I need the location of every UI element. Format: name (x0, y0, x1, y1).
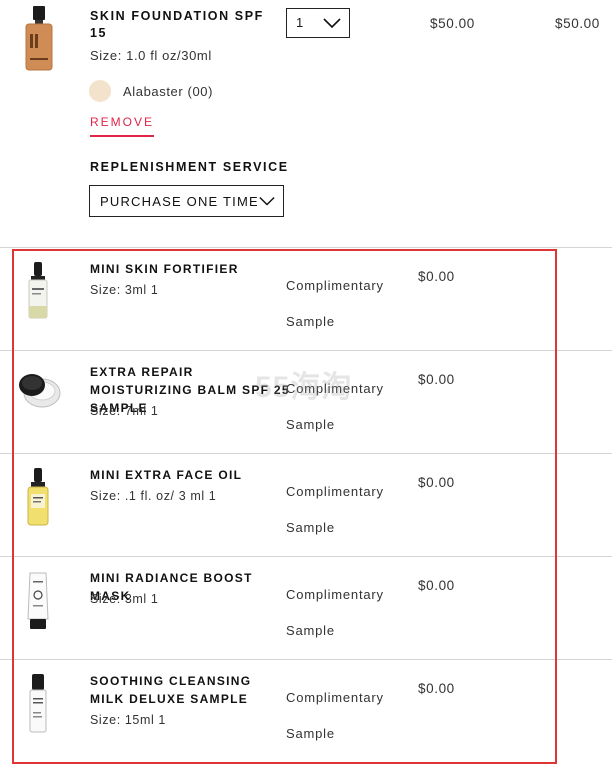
oil-bottle-icon (27, 468, 49, 526)
sample-label: Complimentary Sample (286, 381, 384, 432)
sample-price: $0.00 (418, 269, 455, 284)
product-size: Size: 1.0 fl oz/30ml (90, 48, 212, 63)
sample-row: MINI EXTRA FACE OIL Size: .1 fl. oz/ 3 m… (0, 454, 612, 557)
unit-price: $50.00 (430, 16, 475, 31)
sample-row: SOOTHING CLEANSING MILK DELUXE SAMPLE Si… (0, 660, 612, 763)
sample-name[interactable]: SOOTHING CLEANSING MILK DELUXE SAMPLE (90, 672, 290, 708)
sample-row: MINI RADIANCE BOOST MASK Size: 3ml 1 Com… (0, 557, 612, 660)
sample-size: Size: 7ml 1 (90, 404, 159, 418)
shade-name: Alabaster (00) (123, 84, 214, 99)
quantity-value: 1 (296, 15, 304, 30)
replenishment-value: PURCHASE ONE TIME (100, 194, 259, 209)
tube-icon (27, 572, 49, 629)
sample-price: $0.00 (418, 578, 455, 593)
sample-price: $0.00 (418, 475, 455, 490)
replenishment-select[interactable]: PURCHASE ONE TIME (89, 185, 284, 217)
sample-size: Size: 3ml 1 (90, 592, 159, 606)
sample-name[interactable]: MINI SKIN FORTIFIER (90, 260, 290, 278)
jar-icon (19, 374, 61, 408)
sample-row: MINI SKIN FORTIFIER Size: 3ml 1 Complime… (0, 248, 612, 351)
sample-price: $0.00 (418, 681, 455, 696)
chevron-down-icon (323, 18, 341, 29)
quantity-select[interactable]: 1 (286, 8, 350, 38)
sample-row: EXTRA REPAIR MOISTURIZING BALM SPF 25 SA… (0, 351, 612, 454)
sample-label: Complimentary Sample (286, 278, 384, 329)
chevron-down-icon (257, 195, 275, 207)
sample-size: Size: .1 fl. oz/ 3 ml 1 (90, 489, 217, 503)
sample-size: Size: 15ml 1 (90, 713, 166, 727)
pump-bottle-icon (29, 674, 47, 733)
sample-name[interactable]: MINI EXTRA FACE OIL (90, 466, 290, 484)
product-title[interactable]: SKIN FOUNDATION SPF 15 (90, 8, 280, 42)
total-price: $50.00 (555, 16, 600, 31)
foundation-bottle-image (25, 6, 53, 71)
sample-label: Complimentary Sample (286, 587, 384, 638)
sample-price: $0.00 (418, 372, 455, 387)
sample-label: Complimentary Sample (286, 690, 384, 741)
sample-label: Complimentary Sample (286, 484, 384, 535)
sample-size: Size: 3ml 1 (90, 283, 159, 297)
dropper-bottle-icon (28, 262, 48, 319)
replenishment-title: REPLENISHMENT SERVICE (90, 160, 289, 174)
shade-swatch (89, 80, 111, 102)
remove-button[interactable]: REMOVE (90, 115, 155, 137)
